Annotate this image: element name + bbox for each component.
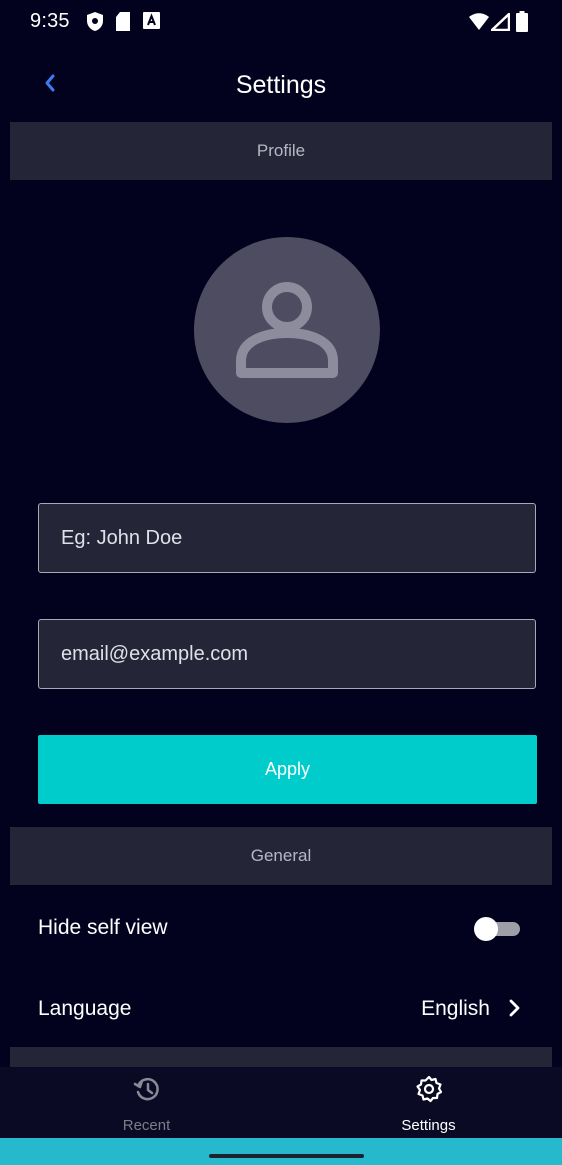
page-title: Settings	[235, 71, 327, 99]
hide-self-view-toggle[interactable]	[474, 917, 520, 941]
system-gesture-area	[0, 1138, 562, 1165]
status-time: 9:35	[30, 10, 70, 32]
signal-icon	[491, 13, 510, 31]
email-field[interactable]	[38, 619, 536, 689]
nav-label-settings: Settings	[401, 1117, 456, 1134]
sd-card-icon	[116, 12, 130, 31]
text-a-icon	[143, 12, 160, 29]
language-value: English	[421, 997, 490, 1020]
person-icon	[236, 282, 338, 378]
apply-button[interactable]: Apply	[38, 735, 537, 804]
general-section-header: General	[10, 827, 552, 885]
settings-screen: 9:35 Settings Profile Eg: John Doe email…	[0, 0, 562, 1165]
hide-self-view-label: Hide self view	[38, 916, 168, 939]
language-row[interactable]: Language English	[38, 983, 528, 1033]
next-section-header	[10, 1047, 552, 1067]
hide-self-view-row[interactable]: Hide self view	[38, 902, 528, 952]
wifi-icon	[469, 13, 489, 30]
nav-label-recent: Recent	[122, 1117, 171, 1134]
toggle-thumb	[474, 917, 498, 941]
bottom-nav: Recent Settings	[0, 1067, 562, 1138]
battery-icon	[516, 11, 528, 32]
gear-icon	[415, 1075, 442, 1103]
app-header: Settings	[0, 44, 562, 122]
chevron-right-icon	[509, 999, 520, 1017]
profile-section-header: Profile	[10, 122, 552, 180]
status-bar: 9:35	[0, 0, 562, 44]
shield-icon	[87, 12, 103, 31]
avatar[interactable]	[194, 237, 380, 423]
nav-item-settings[interactable]: Settings	[288, 1067, 562, 1138]
history-icon	[133, 1077, 159, 1101]
name-field[interactable]	[38, 503, 536, 573]
nav-item-recent[interactable]: Recent	[6, 1067, 287, 1138]
language-label: Language	[38, 997, 132, 1020]
gesture-handle[interactable]	[209, 1154, 364, 1158]
